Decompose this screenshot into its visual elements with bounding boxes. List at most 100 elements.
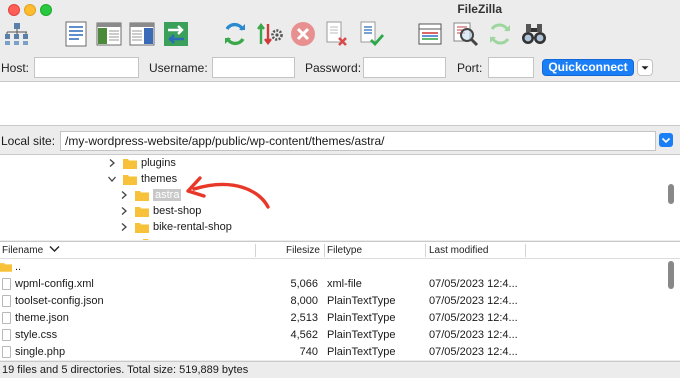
port-input[interactable] <box>488 57 534 78</box>
site-manager-button[interactable] <box>3 20 31 48</box>
title-bar: FileZilla <box>0 0 680 52</box>
remote-tree-icon <box>129 22 155 46</box>
local-site-bar: Local site: /my-wordpress-website/app/pu… <box>0 127 680 154</box>
file-name: theme.json <box>15 312 69 324</box>
file-size: 4,562 <box>290 329 318 341</box>
file-row-parent[interactable]: .. <box>0 259 664 276</box>
chevron-right-icon[interactable] <box>119 206 129 216</box>
column-header-filesize[interactable]: Filesize <box>286 245 320 256</box>
sync-icon <box>490 23 510 45</box>
password-label: Password: <box>305 61 362 75</box>
chevron-down-icon <box>661 137 671 144</box>
file-size: 8,000 <box>290 295 318 307</box>
column-divider[interactable] <box>525 244 526 257</box>
compare-icon <box>453 22 479 47</box>
file-list-header: Filename Filesize Filetype Last modified <box>0 241 680 259</box>
file-modified: 07/05/2023 12:4... <box>429 329 518 341</box>
folder-icon <box>135 206 149 217</box>
column-header-filetype[interactable]: Filetype <box>327 245 362 256</box>
file-size: 740 <box>299 346 318 358</box>
transfer-queue-button[interactable] <box>162 20 190 48</box>
file-modified: 07/05/2023 12:4... <box>429 312 518 324</box>
column-divider[interactable] <box>324 244 325 257</box>
tree-item-astra[interactable]: astra <box>119 187 182 203</box>
file-name: toolset-config.json <box>15 295 104 307</box>
sync-browsing-button[interactable] <box>486 20 514 48</box>
quickconnect-button[interactable]: Quickconnect <box>542 59 634 76</box>
tree-item-plugins[interactable]: plugins <box>107 155 176 171</box>
directory-filters-button[interactable] <box>416 20 444 48</box>
file-row[interactable]: wpml-config.xml 5,066 xml-file 07/05/202… <box>0 276 664 293</box>
file-row[interactable]: single.php 740 PlainTextType 07/05/2023 … <box>0 344 664 360</box>
tree-item-label: plugins <box>141 157 176 169</box>
filter-icon <box>418 23 442 45</box>
file-name: style.css <box>15 329 58 341</box>
chevron-right-icon[interactable] <box>107 158 117 168</box>
username-label: Username: <box>149 61 208 75</box>
file-modified: 07/05/2023 12:4... <box>429 278 518 290</box>
tree-item-themes[interactable]: themes <box>107 171 177 187</box>
column-header-last-modified[interactable]: Last modified <box>429 245 488 256</box>
quickconnect-bar: Host: Username: Password: Port: Quickcon… <box>0 52 680 82</box>
tree-item-bike-rental-shop[interactable]: bike-rental-shop <box>119 219 232 235</box>
file-size: 2,513 <box>290 312 318 324</box>
column-header-filename[interactable]: Filename <box>2 245 60 256</box>
file-modified: 07/05/2023 12:4... <box>429 346 518 358</box>
folder-icon <box>123 158 137 169</box>
folder-icon <box>135 190 149 201</box>
file-type: PlainTextType <box>327 346 396 358</box>
file-icon <box>2 329 11 341</box>
host-label: Host: <box>1 61 30 75</box>
search-remote-button[interactable] <box>520 20 548 48</box>
username-input[interactable] <box>212 57 295 78</box>
file-modified: 07/05/2023 12:4... <box>429 295 518 307</box>
process-queue-button[interactable] <box>255 20 283 48</box>
port-label: Port: <box>457 61 483 75</box>
chevron-right-icon[interactable] <box>119 190 129 200</box>
disconnect-button[interactable] <box>323 20 351 48</box>
toggle-remote-tree-button[interactable] <box>128 20 156 48</box>
message-log[interactable] <box>0 82 680 126</box>
file-row[interactable]: theme.json 2,513 PlainTextType 07/05/202… <box>0 310 664 327</box>
chevron-down-icon <box>641 66 649 70</box>
cancel-icon <box>291 22 315 46</box>
binoculars-icon <box>522 24 546 44</box>
file-type: PlainTextType <box>327 329 396 341</box>
chevron-right-icon[interactable] <box>119 222 129 232</box>
reconnect-icon <box>360 21 385 47</box>
transfer-arrows-icon <box>164 22 188 46</box>
toggle-comparison-button[interactable] <box>451 20 479 48</box>
tree-item-partial <box>137 235 161 240</box>
cancel-operation-button[interactable] <box>289 20 317 48</box>
sort-descending-icon <box>49 246 60 252</box>
tree-item-label: astra <box>153 189 182 201</box>
password-input[interactable] <box>363 57 446 78</box>
disconnect-icon <box>326 21 347 46</box>
tree-scrollbar[interactable] <box>668 184 674 204</box>
status-bar: 19 files and 5 directories. Total size: … <box>0 361 680 378</box>
local-site-dropdown[interactable] <box>659 133 673 147</box>
toggle-message-log-button[interactable] <box>62 20 90 48</box>
file-type: xml-file <box>327 278 362 290</box>
quickconnect-history-dropdown[interactable] <box>637 59 653 76</box>
folder-icon <box>143 238 157 240</box>
column-label: Filename <box>2 245 44 256</box>
refresh-button[interactable] <box>221 20 249 48</box>
file-size: 5,066 <box>290 278 318 290</box>
chevron-down-icon[interactable] <box>107 174 117 184</box>
status-text: 19 files and 5 directories. Total size: … <box>2 364 249 376</box>
refresh-icon <box>225 22 245 46</box>
file-name: .. <box>15 261 22 273</box>
host-input[interactable] <box>34 57 139 78</box>
local-site-path-input[interactable]: /my-wordpress-website/app/public/wp-cont… <box>60 131 656 151</box>
reconnect-button[interactable] <box>357 20 385 48</box>
local-directory-tree: plugins themes astra best-shop bike-rent… <box>0 154 680 240</box>
file-list-scrollbar[interactable] <box>668 261 674 289</box>
red-arrow-annotation <box>186 176 270 209</box>
column-divider[interactable] <box>425 244 426 257</box>
file-row[interactable]: toolset-config.json 8,000 PlainTextType … <box>0 293 664 310</box>
column-divider[interactable] <box>255 244 256 257</box>
file-row[interactable]: style.css 4,562 PlainTextType 07/05/2023… <box>0 327 664 344</box>
file-name: wpml-config.xml <box>15 278 94 290</box>
toggle-local-tree-button[interactable] <box>95 20 123 48</box>
